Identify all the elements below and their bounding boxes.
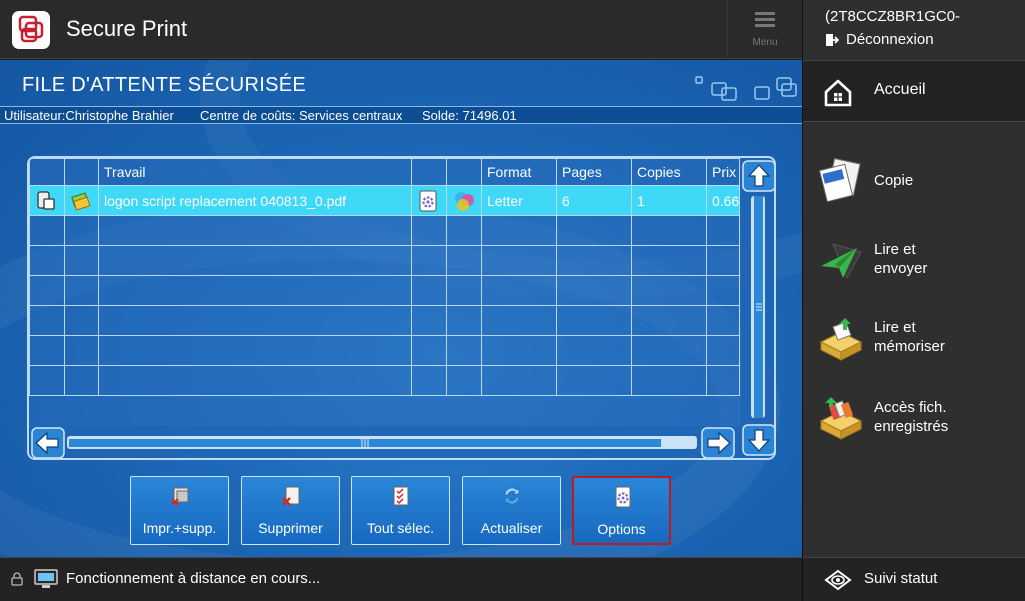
refresh-button[interactable]: Actualiser xyxy=(462,476,561,545)
sidebar-item-scan-send[interactable]: Lire et envoyer xyxy=(803,226,1025,298)
job-status-cell xyxy=(64,185,99,216)
job-price: 0.66 xyxy=(706,185,740,216)
app-title: Secure Print xyxy=(66,16,188,41)
options-button[interactable]: Options xyxy=(572,476,671,545)
job-settings-cell[interactable] xyxy=(411,185,447,216)
select-all-label: Tout sélec. xyxy=(367,520,434,536)
sidebar-item-scan-store[interactable]: Lire et mémoriser xyxy=(803,304,1025,376)
column-header-copies[interactable]: Copies xyxy=(631,158,707,186)
menu-button[interactable]: Menu xyxy=(727,0,802,59)
options-icon xyxy=(615,486,631,508)
print-delete-icon xyxy=(171,487,189,506)
scroll-up-icon[interactable] xyxy=(742,160,776,192)
print-queue-decoration-icon xyxy=(695,76,797,101)
scroll-down-icon[interactable] xyxy=(742,424,776,456)
scan-send-label: Lire et envoyer xyxy=(874,241,928,277)
table-row xyxy=(29,305,740,336)
status-monitor-button[interactable]: Suivi statut xyxy=(803,557,1025,601)
copy-icon xyxy=(818,158,861,203)
table-row xyxy=(29,275,740,306)
scan-store-label: Lire et mémoriser xyxy=(874,319,945,355)
column-header-settings[interactable] xyxy=(411,158,447,186)
job-name: logon script replacement 040813_0.pdf xyxy=(98,185,412,216)
stored-files-icon xyxy=(819,397,863,440)
options-label: Options xyxy=(597,521,646,537)
job-copies: 1 xyxy=(631,185,707,216)
secure-queue-panel: FILE D'ATTENTE SÉCURISÉE Utilisateur:Chr… xyxy=(0,60,802,557)
print-delete-label: Impr.+supp. xyxy=(142,520,217,536)
job-format: Letter xyxy=(481,185,557,216)
table-row xyxy=(29,335,740,366)
copy-label: Copie xyxy=(874,172,914,189)
table-row[interactable]: logon script replacement 040813_0.pdf Le… xyxy=(29,185,740,216)
stored-files-label: Accès fich. enregistrés xyxy=(874,399,949,435)
logout-icon xyxy=(826,33,839,46)
delete-label: Supprimer xyxy=(258,520,323,536)
column-header-price[interactable]: Prix xyxy=(706,158,740,186)
sidebar-item-stored-files[interactable]: Accès fich. enregistrés xyxy=(803,383,1025,455)
select-all-icon xyxy=(393,486,409,506)
scan-store-icon xyxy=(819,318,863,361)
sidebar-item-home[interactable]: Accueil xyxy=(803,60,1025,122)
money-icon xyxy=(71,191,91,211)
refresh-icon xyxy=(504,487,520,505)
delete-icon xyxy=(282,486,300,506)
page-title: FILE D'ATTENTE SÉCURISÉE xyxy=(22,74,307,96)
scan-send-icon xyxy=(821,243,862,280)
home-icon xyxy=(824,79,852,107)
bottom-status-bar: Fonctionnement à distance en cours... xyxy=(0,557,802,601)
table-row xyxy=(29,365,740,396)
color-mode-icon xyxy=(455,191,474,211)
account-balance: Solde: 71496.01 xyxy=(422,108,517,123)
secure-print-logo-icon xyxy=(12,11,50,49)
logout-label: Déconnexion xyxy=(846,31,934,48)
column-header-color[interactable] xyxy=(446,158,482,186)
right-sidebar: (2T8CCZ8BR1GC0- Déconnexion Accueil Copi… xyxy=(802,0,1025,601)
print-delete-button[interactable]: Impr.+supp. xyxy=(130,476,229,545)
user-info-bar: Utilisateur:Christophe Brahier Centre de… xyxy=(0,106,802,124)
menu-label: Menu xyxy=(752,37,778,48)
user-name: Utilisateur:Christophe Brahier xyxy=(4,108,174,123)
job-pages: 6 xyxy=(556,185,632,216)
refresh-label: Actualiser xyxy=(480,520,543,536)
sidebar-item-copy[interactable]: Copie xyxy=(803,145,1025,217)
horizontal-scrollbar[interactable] xyxy=(29,426,741,459)
job-settings-icon xyxy=(419,190,437,211)
color-mode-cell xyxy=(446,185,482,216)
lock-icon xyxy=(11,572,23,586)
status-monitor-label: Suivi statut xyxy=(864,570,938,587)
delete-button[interactable]: Supprimer xyxy=(241,476,340,545)
scroll-left-icon[interactable] xyxy=(31,427,65,459)
column-header-status[interactable] xyxy=(64,158,99,186)
device-job-cell xyxy=(29,185,65,216)
select-all-button[interactable]: Tout sélec. xyxy=(351,476,450,545)
table-header-row: Travail Format Pages Copies Prix xyxy=(29,158,740,186)
column-header-format[interactable]: Format xyxy=(481,158,557,186)
device-id: (2T8CCZ8BR1GC0- xyxy=(825,8,961,25)
table-row xyxy=(29,215,740,246)
job-table: Travail Format Pages Copies Prix logon s… xyxy=(27,156,776,460)
menu-icon xyxy=(755,12,775,28)
vertical-scrollbar[interactable] xyxy=(741,158,776,458)
remote-operation-icon xyxy=(34,569,58,588)
remote-status-text: Fonctionnement à distance en cours... xyxy=(66,570,321,587)
table-row xyxy=(29,245,740,276)
scroll-right-icon[interactable] xyxy=(701,427,735,459)
home-label: Accueil xyxy=(874,81,926,98)
top-bar: Secure Print Menu xyxy=(0,0,802,59)
device-icon xyxy=(37,190,55,210)
column-header-job[interactable]: Travail xyxy=(98,158,412,186)
logout-button[interactable]: Déconnexion xyxy=(825,31,934,48)
column-header-pages[interactable]: Pages xyxy=(556,158,632,186)
status-monitor-icon xyxy=(824,569,852,591)
cost-center: Centre de coûts: Services centraux xyxy=(200,108,403,123)
column-header-type[interactable] xyxy=(29,158,65,186)
